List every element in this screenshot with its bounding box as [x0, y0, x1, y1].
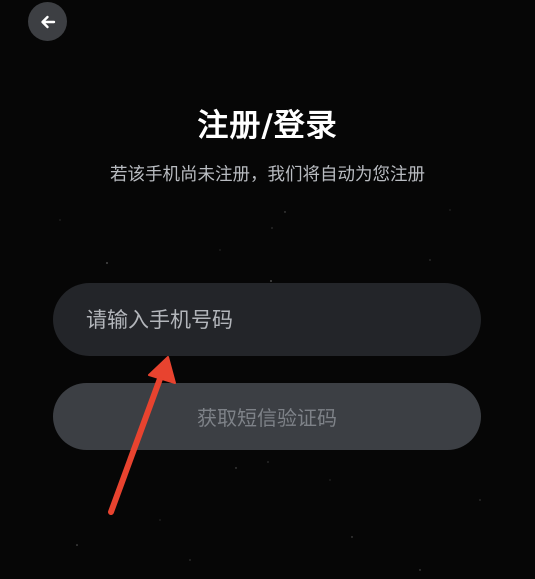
back-button[interactable] — [28, 2, 67, 41]
page-subtitle: 若该手机尚未注册，我们将自动为您注册 — [110, 165, 425, 185]
get-sms-code-button[interactable]: 获取短信验证码 — [53, 383, 481, 450]
arrow-left-icon — [40, 15, 55, 28]
phone-number-input[interactable] — [53, 283, 481, 356]
get-sms-code-label: 获取短信验证码 — [197, 406, 337, 430]
page-title: 注册/登录 — [197, 108, 338, 144]
phone-input-container — [53, 283, 481, 356]
